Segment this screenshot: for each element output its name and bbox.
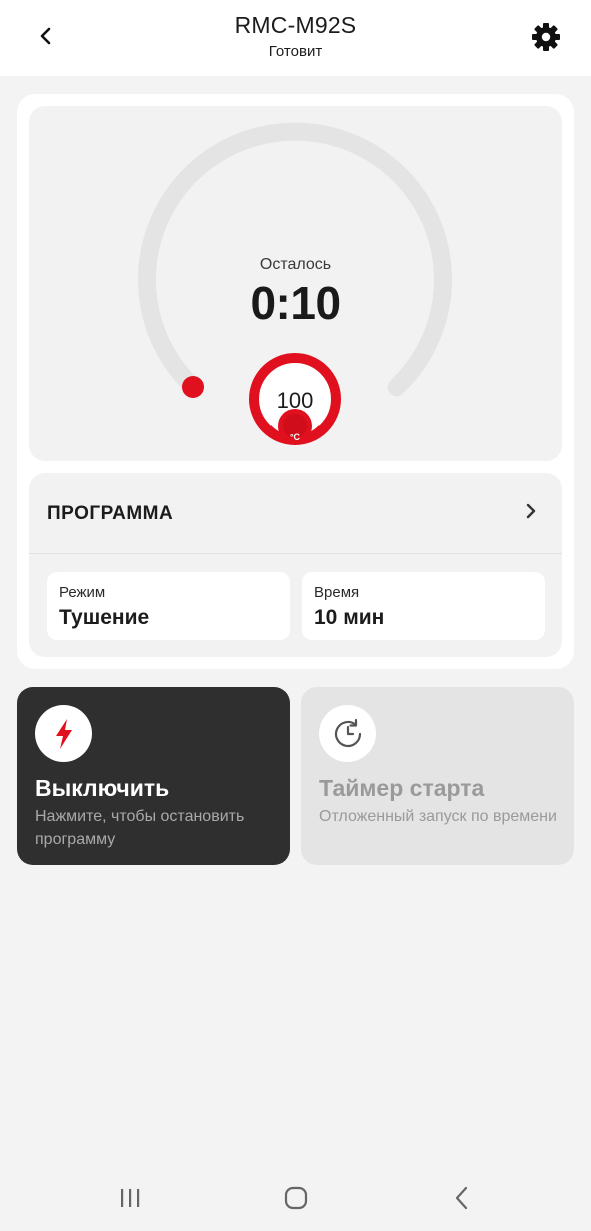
top-app-bar: RMC-M92S Готовит — [0, 0, 591, 76]
lightning-icon — [55, 718, 72, 749]
temperature-unit: °C — [289, 432, 301, 442]
home-button[interactable] — [276, 1183, 316, 1213]
recent-apps-icon — [121, 1189, 140, 1207]
cooking-panel: Осталось 0:10 100 °C ПРОГРАММА Режим Туш… — [17, 94, 574, 669]
turn-off-button[interactable]: Выключить Нажмите, чтобы остановить прог… — [17, 687, 290, 865]
device-status: Готовит — [268, 43, 323, 60]
back-nav-icon — [455, 1186, 468, 1210]
start-timer-title: Таймер старта — [319, 775, 485, 801]
temperature-value: 100 — [276, 388, 314, 413]
back-nav-button[interactable] — [442, 1183, 482, 1213]
chevron-right-icon — [526, 503, 536, 519]
lightning-icon-badge — [35, 705, 92, 762]
device-title: RMC-M92S — [234, 12, 357, 38]
home-icon — [284, 1186, 308, 1210]
progress-indicator-dot — [182, 376, 204, 398]
recent-apps-button[interactable] — [110, 1183, 150, 1213]
program-title: ПРОГРАММА — [47, 503, 174, 524]
remaining-time: 0:10 — [250, 277, 341, 329]
gear-icon — [532, 23, 560, 51]
turn-off-title: Выключить — [35, 775, 170, 801]
mode-value: Тушение — [59, 606, 150, 629]
timer-dial: Осталось 0:10 100 °C — [29, 106, 562, 461]
time-value: 10 мин — [314, 606, 385, 629]
mode-box: Режим Тушение — [47, 572, 290, 640]
clock-icon-badge — [319, 705, 376, 762]
system-navigation-bar — [0, 1163, 591, 1231]
program-row[interactable]: ПРОГРАММА — [29, 473, 562, 553]
start-timer-button[interactable]: Таймер старта Отложенный запуск по време… — [301, 687, 574, 865]
time-box: Время 10 мин — [302, 572, 545, 640]
title-block: RMC-M92S Готовит — [0, 12, 591, 60]
time-label: Время — [314, 584, 360, 601]
turn-off-description: Нажмите, чтобы остановить программу — [35, 808, 245, 848]
remaining-label: Осталось — [259, 256, 332, 273]
program-section: ПРОГРАММА Режим Тушение Время 10 мин — [29, 473, 562, 657]
mode-label: Режим — [59, 584, 106, 601]
divider — [29, 553, 562, 554]
clock-icon — [334, 718, 361, 747]
settings-button[interactable] — [529, 20, 563, 54]
start-timer-description: Отложенный запуск по времени — [319, 808, 557, 825]
